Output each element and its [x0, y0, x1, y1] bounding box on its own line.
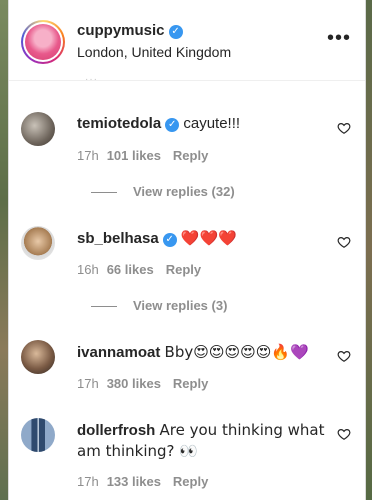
background-left	[0, 0, 8, 500]
heart-icon[interactable]	[337, 121, 351, 135]
verified-icon: ✓	[165, 118, 180, 132]
reply-button[interactable]: Reply	[166, 262, 201, 277]
reply-button[interactable]: Reply	[173, 474, 208, 489]
comment-text: cayute!!!	[183, 115, 241, 132]
comment-time[interactable]: 16h	[77, 262, 99, 277]
more-options-icon[interactable]: •••	[327, 28, 351, 48]
replies-divider	[91, 192, 117, 194]
comment-time[interactable]: 17h	[77, 474, 99, 489]
comment-likes[interactable]: 66 likes	[107, 262, 154, 277]
replies-divider	[91, 306, 117, 308]
commenter-avatar[interactable]	[21, 340, 55, 374]
commenter-username[interactable]: ivannamoat	[77, 344, 160, 361]
post-username[interactable]: cuppymusic ✓	[77, 22, 183, 39]
comment-likes[interactable]: 380 likes	[107, 376, 161, 391]
heart-icon[interactable]	[337, 235, 351, 249]
comment-text: Bby😍😍😍😍😍🔥💜	[164, 343, 309, 361]
comment-meta: 17h 101 likes Reply	[77, 148, 208, 163]
commenter-username[interactable]: temiotedola	[77, 115, 161, 132]
comments-panel: cuppymusic ✓ London, United Kingdom ••• ·…	[8, 0, 366, 500]
commenter-avatar[interactable]	[21, 112, 55, 146]
commenter-username[interactable]: dollerfrosh	[77, 422, 155, 439]
avatar-image	[25, 24, 61, 60]
comment-meta: 16h 66 likes Reply	[77, 262, 201, 277]
post-avatar[interactable]	[21, 20, 65, 64]
view-replies-button[interactable]: View replies (32)	[91, 184, 235, 199]
commenter-username[interactable]: sb_belhasa	[77, 230, 159, 247]
reply-button[interactable]: Reply	[173, 376, 208, 391]
post-location[interactable]: London, United Kingdom	[77, 44, 231, 60]
comment-likes[interactable]: 133 likes	[107, 474, 161, 489]
view-replies-button[interactable]: View replies (3)	[91, 298, 227, 313]
heart-icon[interactable]	[337, 349, 351, 363]
comment-time[interactable]: 17h	[77, 148, 99, 163]
commenter-avatar[interactable]	[21, 226, 55, 260]
heart-icon[interactable]	[337, 427, 351, 441]
reply-button[interactable]: Reply	[173, 148, 208, 163]
comment-likes[interactable]: 101 likes	[107, 148, 161, 163]
post-header: cuppymusic ✓ London, United Kingdom •••	[9, 0, 365, 81]
commenter-avatar[interactable]	[21, 418, 55, 452]
comment-meta: 17h 380 likes Reply	[77, 376, 208, 391]
comment-text: ❤️❤️❤️	[180, 229, 237, 247]
comment-meta: 17h 133 likes Reply	[77, 474, 208, 489]
scroll-cutoff-indicator: ···	[85, 74, 98, 85]
verified-icon: ✓	[168, 25, 183, 39]
verified-icon: ✓	[162, 233, 177, 247]
comment-time[interactable]: 17h	[77, 376, 99, 391]
